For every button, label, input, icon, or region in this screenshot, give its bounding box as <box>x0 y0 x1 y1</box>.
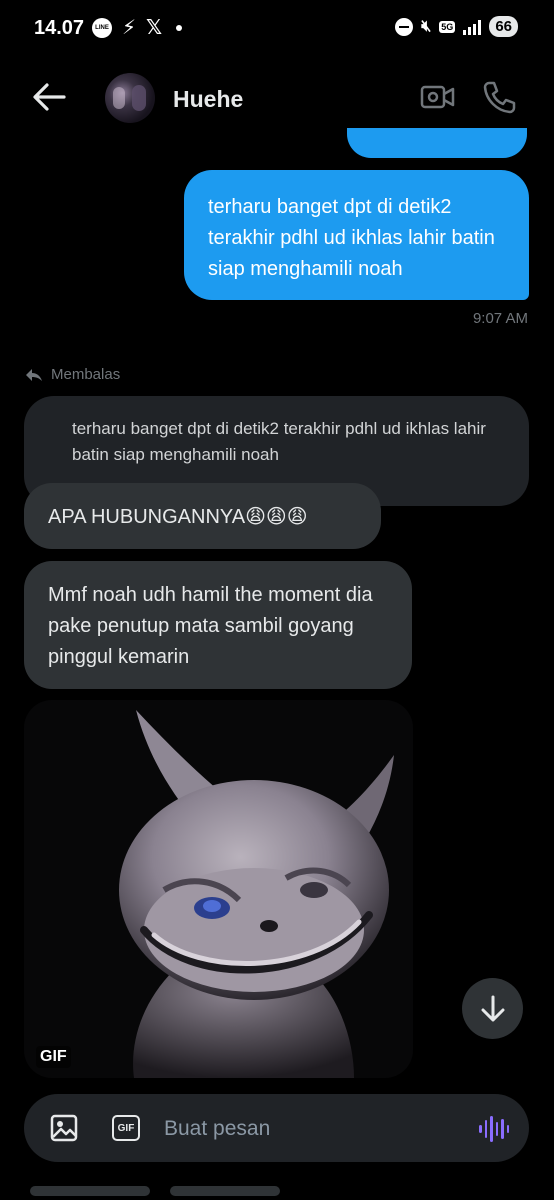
status-time: 14.07 <box>34 17 85 39</box>
more-notifications-dot-icon <box>176 25 183 31</box>
network-type-badge: 5G <box>439 20 456 33</box>
do-not-disturb-icon <box>395 17 414 36</box>
scroll-to-bottom-button[interactable] <box>462 978 523 1039</box>
back-arrow-icon[interactable] <box>32 82 66 112</box>
image-attach-icon[interactable] <box>50 1114 78 1142</box>
message-timestamp: 9:07 AM <box>472 310 528 327</box>
reply-label: Membalas <box>51 366 121 383</box>
battery-level: 66 <box>489 16 518 37</box>
received-message-text: APA HUBUNGANNYA😩😩😩 <box>48 506 308 528</box>
notification-icons: LINE ⚡ 𝕏 <box>92 17 183 39</box>
gif-creature-image <box>24 700 413 1078</box>
previous-sent-bubble[interactable] <box>347 128 527 158</box>
status-bar: 14.07 LINE ⚡ 𝕏 🔇︎ 5G 66 <box>0 0 554 60</box>
contact-name[interactable]: Huehe <box>173 86 243 113</box>
reply-indicator: Membalas <box>25 366 120 383</box>
message-input[interactable] <box>164 1114 454 1144</box>
reply-arrow-icon <box>26 368 42 381</box>
message-composer: GIF <box>24 1094 529 1162</box>
arrow-down-icon <box>481 995 504 1021</box>
quoted-message-text: terharu banget dpt di detik2 terakhir pd… <box>72 419 486 464</box>
received-message-bubble[interactable]: Mmf noah udh hamil the moment dia pake p… <box>24 561 412 689</box>
system-icons: 🔇︎ 5G 66 <box>395 16 518 37</box>
sent-message-bubble[interactable]: terharu banget dpt di detik2 terakhir pd… <box>184 170 529 300</box>
sent-message-text: terharu banget dpt di detik2 terakhir pd… <box>208 196 495 280</box>
conversation-header: Huehe <box>0 62 554 134</box>
phone-call-icon[interactable] <box>481 79 517 115</box>
gif-badge: GIF <box>36 1046 71 1068</box>
gif-message[interactable]: GIF <box>24 700 413 1078</box>
received-message-text: Mmf noah udh hamil the moment dia pake p… <box>48 584 373 668</box>
signal-strength-icon <box>463 19 482 35</box>
flash-icon: ⚡ <box>122 17 137 39</box>
voice-message-icon[interactable] <box>479 1114 509 1144</box>
line-app-icon: LINE <box>92 18 112 38</box>
mute-icon: 🔇︎ <box>421 17 432 35</box>
gif-picker-button[interactable]: GIF <box>112 1115 140 1141</box>
video-call-icon[interactable] <box>420 82 456 112</box>
received-message-bubble[interactable]: APA HUBUNGANNYA😩😩😩 <box>24 483 381 549</box>
x-app-icon: 𝕏 <box>146 17 163 39</box>
contact-avatar[interactable] <box>105 73 155 123</box>
partial-content-strip <box>0 1178 554 1200</box>
